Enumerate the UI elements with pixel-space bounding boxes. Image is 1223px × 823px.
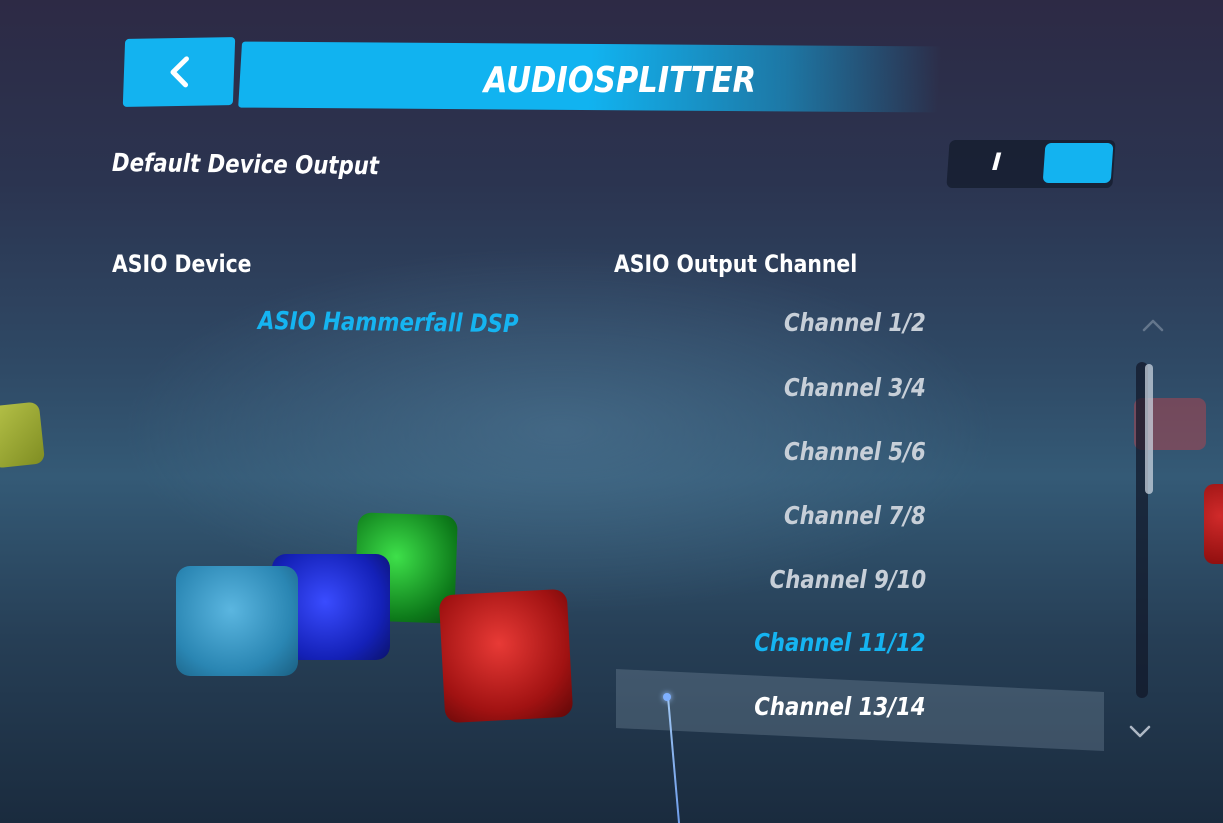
chevron-left-icon — [170, 56, 189, 88]
channel-item-5-6[interactable]: Channel 5/6 — [784, 437, 926, 466]
laser-pointer-cursor — [663, 693, 671, 701]
channel-item-3-4[interactable]: Channel 3/4 — [784, 373, 926, 402]
toggle-knob[interactable] — [1042, 143, 1114, 183]
channel-item-9-10[interactable]: Channel 9/10 — [769, 565, 926, 594]
channel-item-1-2[interactable]: Channel 1/2 — [784, 308, 926, 337]
lightblue-cube — [176, 566, 298, 676]
scrollbar-thumb[interactable] — [1145, 364, 1153, 494]
channel-item-13-14[interactable]: Channel 13/14 — [755, 692, 926, 721]
chevron-down-icon[interactable] — [1128, 724, 1152, 740]
yellow-cube — [0, 401, 46, 469]
default-device-output-toggle[interactable]: I — [946, 140, 1116, 188]
device-item-asio-hammerfall[interactable]: ASIO Hammerfall DSP — [258, 306, 519, 338]
channel-list: Channel 1/2 Channel 3/4 Channel 5/6 Chan… — [616, 300, 1106, 760]
default-device-output-label: Default Device Output — [111, 148, 380, 181]
back-button[interactable] — [122, 37, 236, 107]
toggle-on-label: I — [991, 148, 1003, 176]
channel-item-7-8[interactable]: Channel 7/8 — [784, 501, 926, 530]
red-cube-edge — [1204, 484, 1223, 564]
red-cube — [438, 588, 574, 724]
chevron-up-icon[interactable] — [1142, 318, 1164, 332]
page-title: AUDIOSPLITTER — [483, 60, 757, 101]
asio-output-channel-header: ASIO Output Channel — [614, 250, 858, 278]
asio-device-header: ASIO Device — [112, 250, 252, 278]
channel-item-11-12[interactable]: Channel 11/12 — [755, 628, 926, 657]
